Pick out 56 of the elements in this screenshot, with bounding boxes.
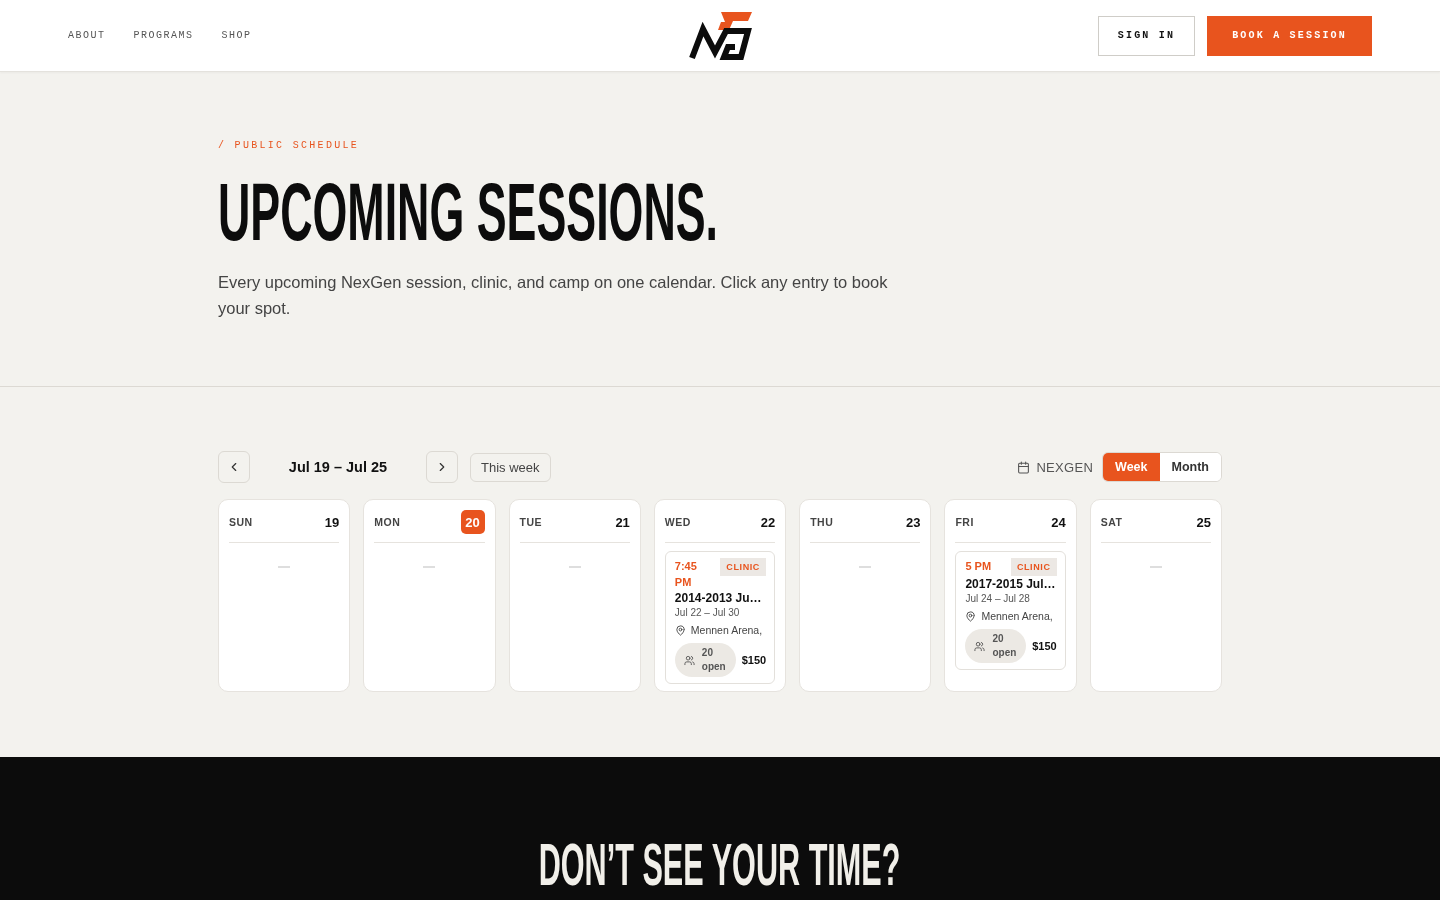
- calendar-source: NEXGEN: [1036, 459, 1094, 475]
- map-pin-icon: [674, 624, 686, 636]
- day-number: 24: [1050, 513, 1066, 532]
- session-tag: CLINIC: [1010, 558, 1057, 576]
- session-dates: Jul 22 – Jul 30: [674, 606, 741, 620]
- this-week-button[interactable]: This week: [470, 452, 551, 482]
- page-title: UPCOMING SESSIONS.: [218, 171, 719, 253]
- nav-link[interactable]: PROGRAMS: [133, 30, 194, 41]
- view-tab[interactable]: Week: [1103, 453, 1160, 481]
- day-name: TUE: [519, 516, 543, 528]
- day-name: SAT: [1100, 516, 1123, 528]
- session-price: $150: [741, 654, 767, 666]
- dash-icon: [1149, 566, 1162, 568]
- dash-icon: [278, 566, 291, 568]
- intro-text: Every upcoming NexGen session, clinic, and camp on one calendar. Click any entry to book your spot.: [218, 272, 889, 319]
- calendar-icon: [1017, 460, 1031, 474]
- previous-week-button[interactable]: [218, 451, 250, 483]
- session-time: 5 PM: [965, 559, 993, 574]
- open-spots: 20 open: [992, 632, 1017, 660]
- session-title: 2014-2013 Ju…: [674, 590, 763, 606]
- next-week-button[interactable]: [426, 451, 458, 483]
- session-card[interactable]: 7:45 PM CLINIC 2014-2013 Ju… Jul 22 – Jul 30 Mennen Arena, 20 open $150: [664, 551, 776, 684]
- people-icon: [974, 640, 986, 652]
- day-name: FRI: [955, 516, 974, 528]
- session-card[interactable]: 5 PM CLINIC 2017-2015 Jul… Jul 24 – Jul 28 Mennen Arena, 20 open $150: [955, 551, 1066, 670]
- dash-icon: [423, 566, 436, 568]
- day-number: 19: [323, 513, 340, 532]
- day-name: MON: [374, 516, 401, 528]
- nav-link[interactable]: SHOP: [221, 30, 252, 41]
- session-price: $150: [1032, 640, 1057, 652]
- cta-title: DON’T SEE YOUR TIME?: [539, 836, 901, 895]
- session-title: 2017-2015 Jul…: [965, 576, 1057, 592]
- session-location: Mennen Arena,: [981, 609, 1053, 623]
- brand-logo[interactable]: [688, 11, 752, 60]
- map-pin-icon: [965, 610, 977, 622]
- session-location: Mennen Arena,: [690, 623, 763, 637]
- session-time: 7:45 PM: [674, 559, 698, 590]
- date-range: Jul 19 – Jul 25: [287, 459, 389, 475]
- section-eyebrow: / PUBLIC SCHEDULE: [218, 140, 361, 152]
- day-number: 20: [460, 510, 485, 534]
- dash-icon: [568, 566, 581, 568]
- people-icon: [683, 654, 695, 666]
- day-number: 22: [759, 513, 776, 532]
- day-name: SUN: [229, 516, 253, 528]
- book-session-button[interactable]: BOOK A SESSION: [1207, 15, 1372, 56]
- open-spots: 20 open: [701, 646, 726, 674]
- day-number: 23: [904, 513, 921, 532]
- day-name: WED: [664, 516, 691, 528]
- session-tag: CLINIC: [720, 558, 767, 576]
- session-dates: Jul 24 – Jul 28: [965, 592, 1031, 606]
- nav-link[interactable]: ABOUT: [68, 30, 106, 41]
- day-name: THU: [810, 516, 834, 528]
- dash-icon: [859, 566, 872, 568]
- sign-in-button[interactable]: SIGN IN: [1097, 15, 1196, 56]
- day-number: 21: [614, 513, 630, 532]
- day-number: 25: [1195, 513, 1211, 532]
